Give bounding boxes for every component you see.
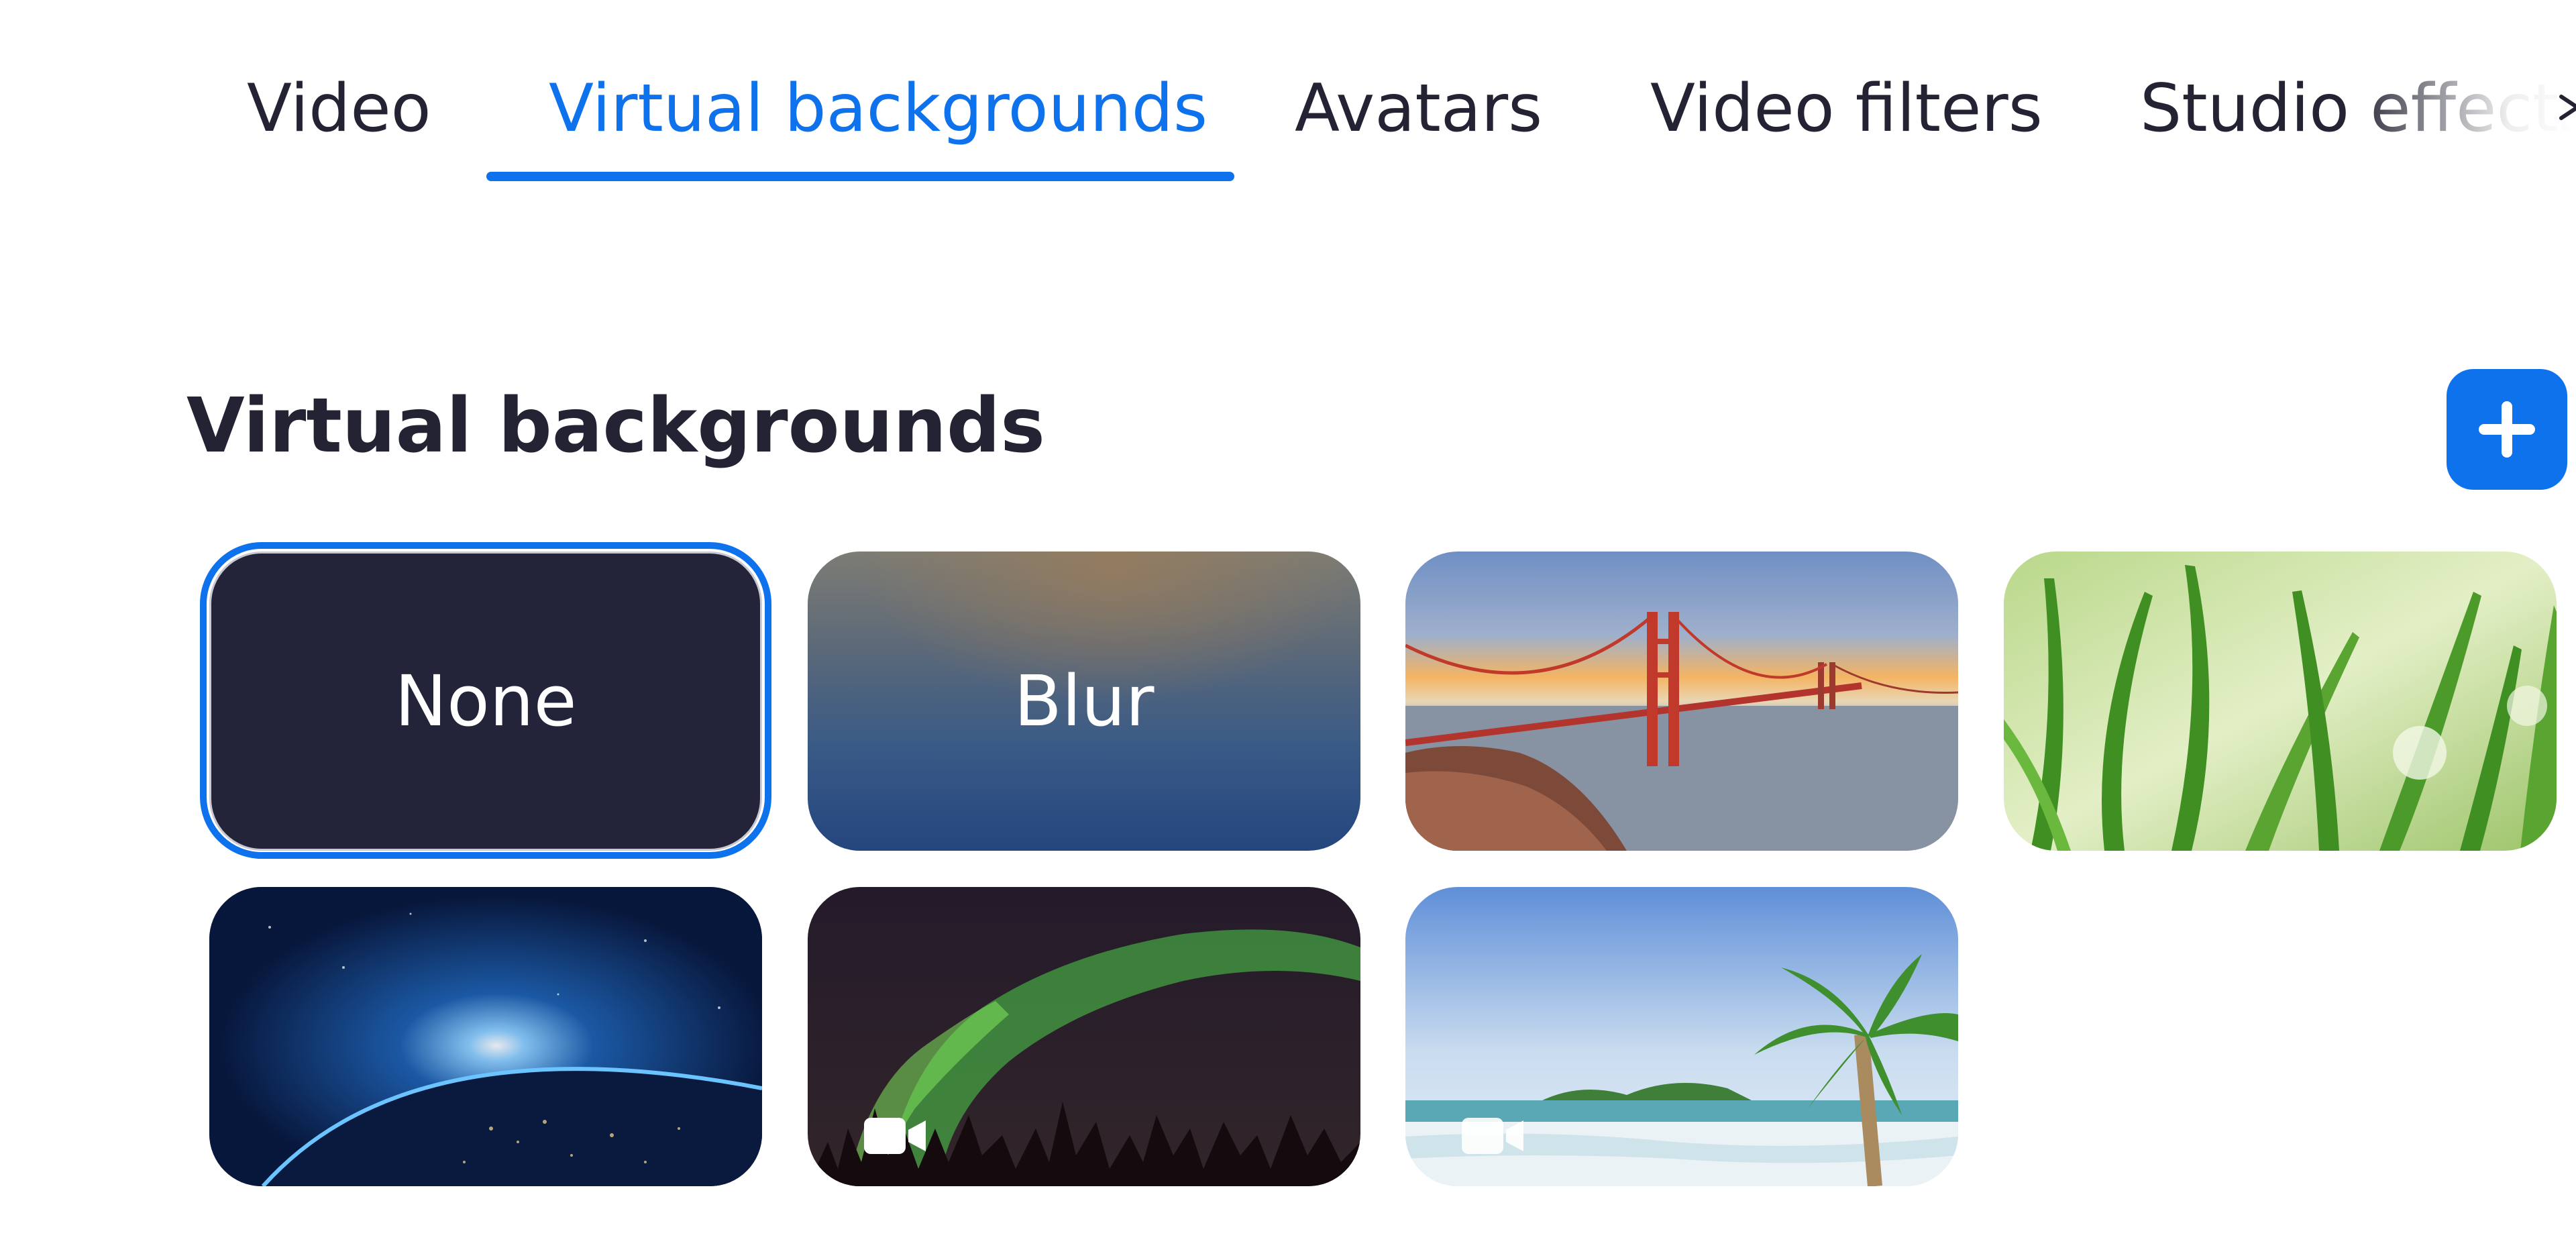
- add-background-button[interactable]: [2447, 369, 2567, 490]
- tab-studio-effects-container: Studio effects: [2140, 62, 2576, 156]
- background-tile-none[interactable]: None: [209, 552, 762, 851]
- background-tile-aurora[interactable]: [808, 887, 1360, 1186]
- plus-icon: [2479, 401, 2535, 458]
- scroll-right-icon[interactable]: [2557, 94, 2576, 121]
- tab-avatars[interactable]: Avatars: [1295, 62, 1542, 156]
- background-tile-beach[interactable]: [1405, 887, 1958, 1186]
- background-tile-golden-gate[interactable]: [1405, 552, 1958, 851]
- background-tile-grass[interactable]: [2004, 552, 2557, 851]
- video-camera-icon: [1462, 1118, 1523, 1154]
- section-title: Virtual backgrounds: [186, 382, 1045, 470]
- background-tile-blur[interactable]: Blur: [808, 552, 1360, 851]
- tab-virtual-backgrounds[interactable]: Virtual backgrounds: [549, 62, 1208, 156]
- earth-from-space-image: [209, 887, 762, 1186]
- tab-video-filters[interactable]: Video filters: [1650, 62, 2043, 156]
- grass-image: [2004, 552, 2557, 851]
- active-tab-indicator: [486, 172, 1234, 181]
- tab-bar: Video Virtual backgrounds Avatars Video …: [0, 0, 2576, 188]
- video-camera-icon: [864, 1118, 926, 1154]
- background-tile-earth[interactable]: [209, 887, 762, 1186]
- tab-video[interactable]: Video: [247, 62, 431, 156]
- golden-gate-bridge-image: [1405, 552, 1958, 851]
- tab-studio-effects[interactable]: Studio effects: [2140, 62, 2576, 156]
- tile-label-none: None: [394, 660, 577, 742]
- tile-label-blur: Blur: [1014, 660, 1155, 742]
